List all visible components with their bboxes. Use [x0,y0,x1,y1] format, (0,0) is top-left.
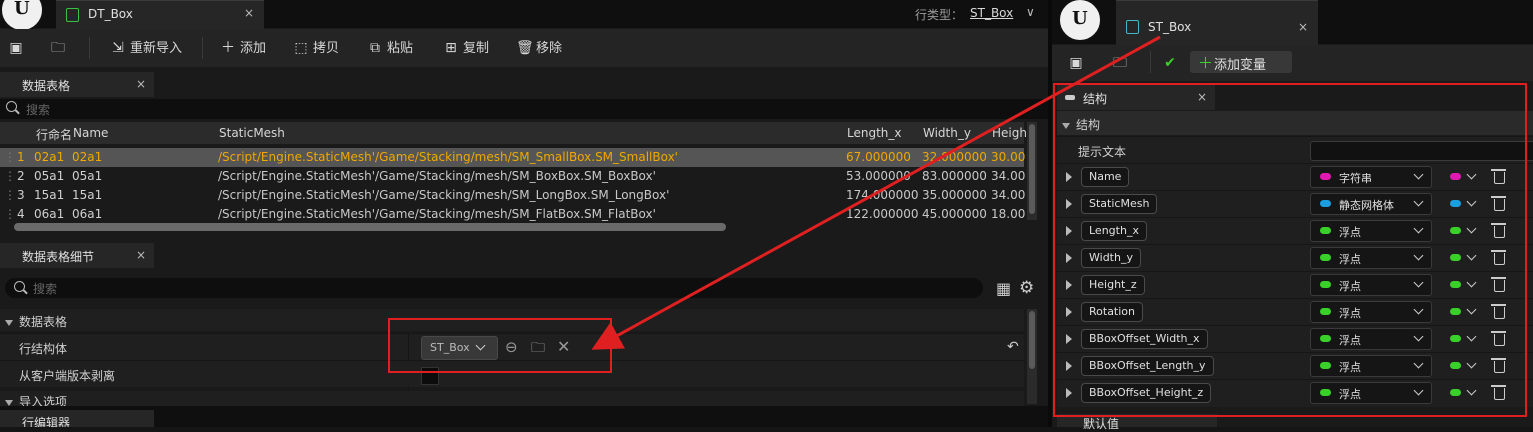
annotation-arrow [591,35,1161,350]
arrow-line [591,35,1161,350]
